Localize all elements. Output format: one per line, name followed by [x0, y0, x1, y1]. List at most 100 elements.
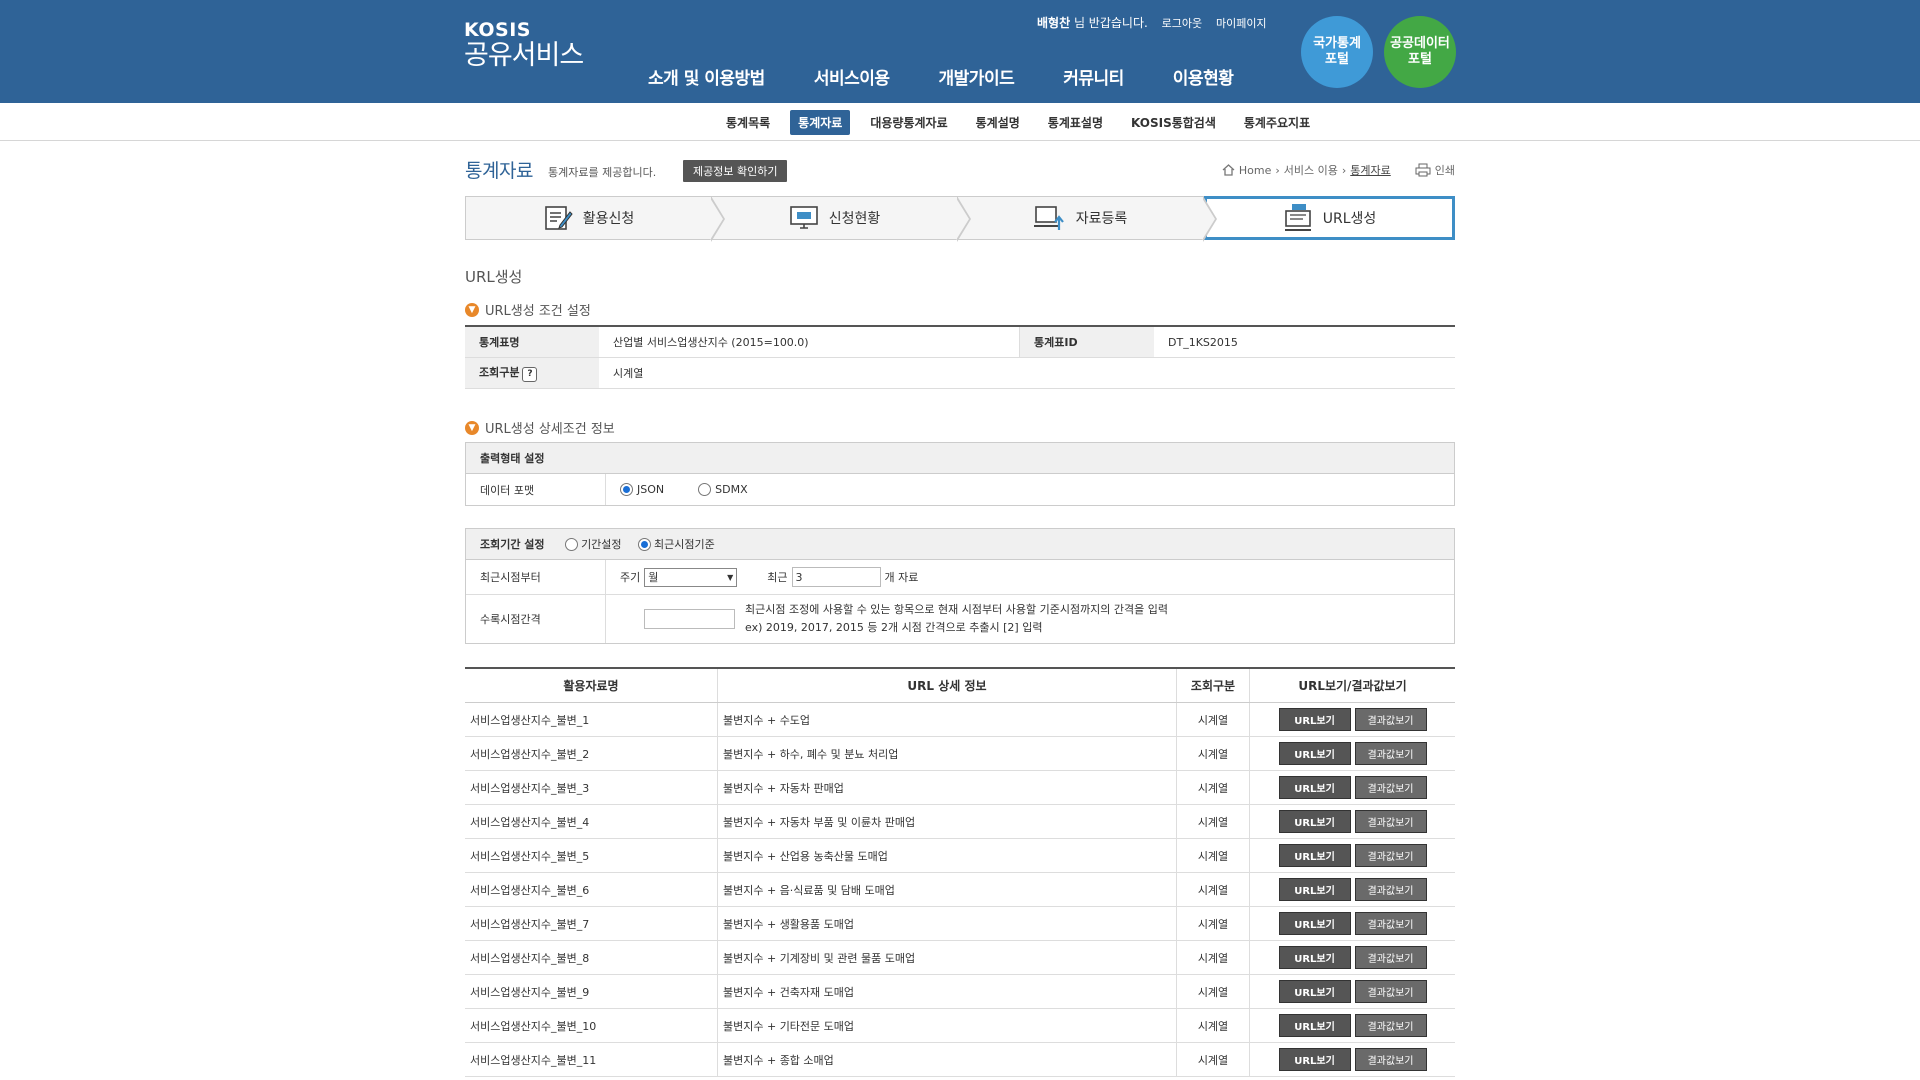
- url-view-button[interactable]: URL보기: [1278, 1048, 1351, 1071]
- result-view-button[interactable]: 결과값보기: [1354, 980, 1427, 1003]
- subnav-key-indicators[interactable]: 통계주요지표: [1236, 110, 1318, 135]
- result-view-button[interactable]: 결과값보기: [1354, 844, 1427, 867]
- public-data-portal-button[interactable]: 공공데이터 포털: [1384, 16, 1456, 88]
- row-detail: 불변지수 + 산업용 농축산물 도매업: [717, 838, 1177, 873]
- logout-link[interactable]: 로그아웃: [1162, 17, 1202, 30]
- url-view-button[interactable]: URL보기: [1278, 708, 1351, 731]
- result-view-button[interactable]: 결과값보기: [1354, 810, 1427, 833]
- subnav-stat-data[interactable]: 통계자료: [790, 110, 851, 135]
- interval-input[interactable]: [644, 609, 735, 629]
- row-detail: 불변지수 + 건축자재 도매업: [717, 974, 1177, 1009]
- url-view-button[interactable]: URL보기: [1278, 946, 1351, 969]
- format-sdmx-radio[interactable]: [698, 483, 712, 496]
- result-view-button[interactable]: 결과값보기: [1354, 708, 1427, 731]
- format-json-radio[interactable]: [620, 483, 633, 496]
- cycle-select[interactable]: 월 ▼: [644, 567, 738, 587]
- table-row: 서비스업생산지수_불변_10 불변지수 + 기타전문 도매업 시계열 URL보기 결과값…: [465, 1008, 1455, 1043]
- detail-heading-text: URL생성 상세조건 정보: [485, 422, 615, 437]
- process-steps: 활용신청 신청현황 자료등록 URL생성: [465, 196, 1455, 242]
- nav-community[interactable]: 커뮤니티: [1063, 64, 1124, 89]
- url-view-button[interactable]: URL보기: [1278, 776, 1351, 799]
- info-check-button[interactable]: 제공정보 확인하기: [683, 160, 788, 182]
- url-view-button[interactable]: URL보기: [1278, 810, 1351, 833]
- table-row: 서비스업생산지수_불변_6 불변지수 + 음·식료품 및 담배 도매업 시계열 URL…: [465, 872, 1455, 907]
- condition-table: 통계표명 산업별 서비스업생산지수 (2015=100.0) 통계표ID DT_…: [465, 325, 1455, 389]
- recent-count-input[interactable]: 3: [791, 567, 881, 587]
- nav-service[interactable]: 서비스이용: [814, 64, 890, 89]
- query-type-label-cell: 조회구분?: [465, 357, 599, 389]
- step-url-create-label: URL생성: [1322, 211, 1377, 227]
- result-view-button[interactable]: 결과값보기: [1354, 1014, 1427, 1037]
- print-button[interactable]: 인쇄: [1415, 162, 1455, 178]
- row-name: 서비스업생산지수_불변_8: [465, 940, 718, 975]
- interval-help: 최근시점 조정에 사용할 수 있는 항목으로 현재 시점부터 사용할 기준시점까…: [745, 601, 1168, 637]
- step-apply-label: 활용신청: [582, 211, 635, 227]
- row-name: 서비스업생산지수_불변_2: [465, 736, 718, 771]
- row-detail: 불변지수 + 수도업: [717, 702, 1177, 737]
- table-row: 서비스업생산지수_불변_4 불변지수 + 자동차 부품 및 이륜차 판매업 시계열 U…: [465, 804, 1455, 839]
- subnav-bulk-data[interactable]: 대용량통계자료: [862, 110, 955, 135]
- row-name: 서비스업생산지수_불변_3: [465, 770, 718, 805]
- subnav-kosis-search[interactable]: KOSIS통합검색: [1123, 110, 1224, 135]
- step-register[interactable]: 자료등록: [958, 196, 1217, 242]
- result-view-button[interactable]: 결과값보기: [1354, 1048, 1427, 1071]
- period-recent-radio[interactable]: [637, 537, 651, 551]
- breadcrumb-service[interactable]: 서비스 이용: [1284, 162, 1338, 178]
- page-description: 통계자료를 제공합니다.: [548, 166, 657, 179]
- breadcrumb-current[interactable]: 통계자료: [1350, 162, 1390, 178]
- row-name: 서비스업생산지수_불변_1: [465, 702, 718, 737]
- url-view-button[interactable]: URL보기: [1278, 878, 1351, 901]
- result-view-button[interactable]: 결과값보기: [1354, 878, 1427, 901]
- upload-icon: [1033, 206, 1064, 230]
- subnav-stat-desc[interactable]: 통계설명: [968, 110, 1028, 135]
- result-view-button[interactable]: 결과값보기: [1354, 742, 1427, 765]
- row-detail: 불변지수 + 자동차 판매업: [717, 770, 1177, 805]
- result-view-button[interactable]: 결과값보기: [1354, 776, 1427, 799]
- url-view-button[interactable]: URL보기: [1278, 1014, 1351, 1037]
- row-name: 서비스업생산지수_불변_9: [465, 974, 718, 1009]
- mypage-link[interactable]: 마이페이지: [1216, 17, 1267, 30]
- row-type: 시계열: [1176, 702, 1250, 737]
- url-view-button[interactable]: URL보기: [1278, 980, 1351, 1003]
- format-sdmx-label: SDMX: [715, 483, 748, 496]
- period-recent-label: 최근시점기준: [654, 538, 715, 551]
- interval-help-line2: ex) 2019, 2017, 2015 등 2개 시점 간격으로 추출시 [2…: [745, 621, 1043, 634]
- url-view-button[interactable]: URL보기: [1278, 912, 1351, 935]
- output-format-box: 출력형태 설정 데이터 포맷 JSON SDMX: [465, 442, 1455, 506]
- step-status[interactable]: 신청현황: [712, 196, 971, 242]
- kosis-logo[interactable]: KOSIS 공유서비스: [464, 20, 584, 72]
- breadcrumb-home[interactable]: Home: [1239, 164, 1271, 177]
- row-actions: URL보기 결과값보기: [1249, 736, 1455, 771]
- result-view-button[interactable]: 결과값보기: [1354, 946, 1427, 969]
- result-view-button[interactable]: 결과값보기: [1354, 912, 1427, 935]
- url-view-button[interactable]: URL보기: [1278, 742, 1351, 765]
- print-icon: [1415, 163, 1431, 177]
- nav-usage[interactable]: 이용현황: [1173, 64, 1234, 89]
- row-type: 시계열: [1176, 838, 1250, 873]
- subnav-stat-list[interactable]: 통계목록: [718, 110, 778, 135]
- url-computer-icon: [1284, 204, 1311, 231]
- chevron-down-icon: ▼: [465, 302, 479, 317]
- chevron-down-icon: ▼: [727, 572, 734, 582]
- step-status-label: 신청현황: [828, 211, 881, 227]
- subnav-table-desc[interactable]: 통계표설명: [1040, 110, 1111, 135]
- top-header: KOSIS 공유서비스 배형찬 님 반갑습니다. 로그아웃 마이페이지 소개 및…: [0, 0, 1920, 103]
- nav-dev-guide[interactable]: 개발가이드: [939, 64, 1015, 89]
- table-row: 서비스업생산지수_불변_3 불변지수 + 자동차 판매업 시계열 URL보기 결과값보기: [465, 770, 1455, 805]
- portal1-label: 국가통계 포털: [1313, 36, 1361, 67]
- kosis-portal-button[interactable]: 국가통계 포털: [1301, 16, 1373, 88]
- url-view-button[interactable]: URL보기: [1278, 844, 1351, 867]
- col-type: 조회구분: [1176, 668, 1250, 703]
- nav-intro[interactable]: 소개 및 이용방법: [648, 64, 765, 89]
- chevron-right-icon: ›: [1341, 163, 1347, 177]
- col-actions: URL보기/결과값보기: [1249, 668, 1455, 703]
- detail-heading: ▼ URL생성 상세조건 정보: [465, 418, 615, 437]
- step-register-label: 자료등록: [1075, 211, 1128, 227]
- period-range-radio[interactable]: [564, 537, 578, 551]
- chevron-right-icon: ›: [1275, 163, 1280, 177]
- step-url-create[interactable]: URL생성: [1204, 196, 1455, 240]
- step-apply[interactable]: 활용신청: [465, 196, 725, 242]
- row-actions: URL보기 결과값보기: [1249, 838, 1455, 873]
- table-row: 서비스업생산지수_불변_7 불변지수 + 생활용품 도매업 시계열 URL보기 결과값보…: [465, 906, 1455, 941]
- help-icon[interactable]: ?: [522, 367, 538, 382]
